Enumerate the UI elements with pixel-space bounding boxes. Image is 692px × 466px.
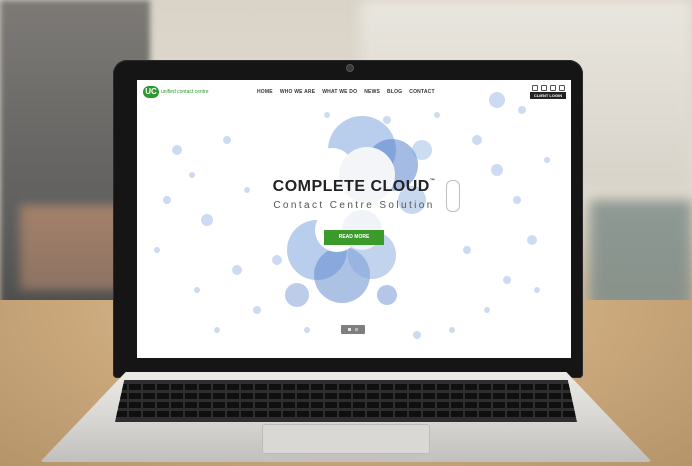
key-row: [115, 402, 577, 408]
hero-cloud: [285, 116, 432, 307]
key-row: [115, 411, 577, 417]
background-furniture: [590, 200, 692, 310]
laptop-keyboard: [115, 380, 577, 422]
slide-dot[interactable]: [355, 328, 358, 331]
photo-scene: UC unified contact centre HOME WHO WE AR…: [0, 0, 692, 466]
hero-title: COMPLETE CLOUD™: [137, 178, 571, 196]
hero-trademark: ™: [429, 178, 436, 184]
laptop-trackpad: [262, 424, 430, 454]
hero-subtitle: Contact Centre Solution: [273, 200, 435, 211]
hero-title-text: COMPLETE CLOUD: [272, 178, 430, 195]
slider-pagination[interactable]: [341, 325, 365, 334]
key-row: [115, 384, 577, 390]
key-row: [115, 393, 577, 399]
scroll-indicator[interactable]: [446, 180, 460, 212]
webcam: [347, 65, 353, 71]
read-more-button[interactable]: READ MORE: [324, 230, 384, 245]
slide-dot-active[interactable]: [348, 328, 351, 331]
bubble-background: [154, 92, 550, 339]
laptop-screen: UC unified contact centre HOME WHO WE AR…: [137, 80, 571, 358]
